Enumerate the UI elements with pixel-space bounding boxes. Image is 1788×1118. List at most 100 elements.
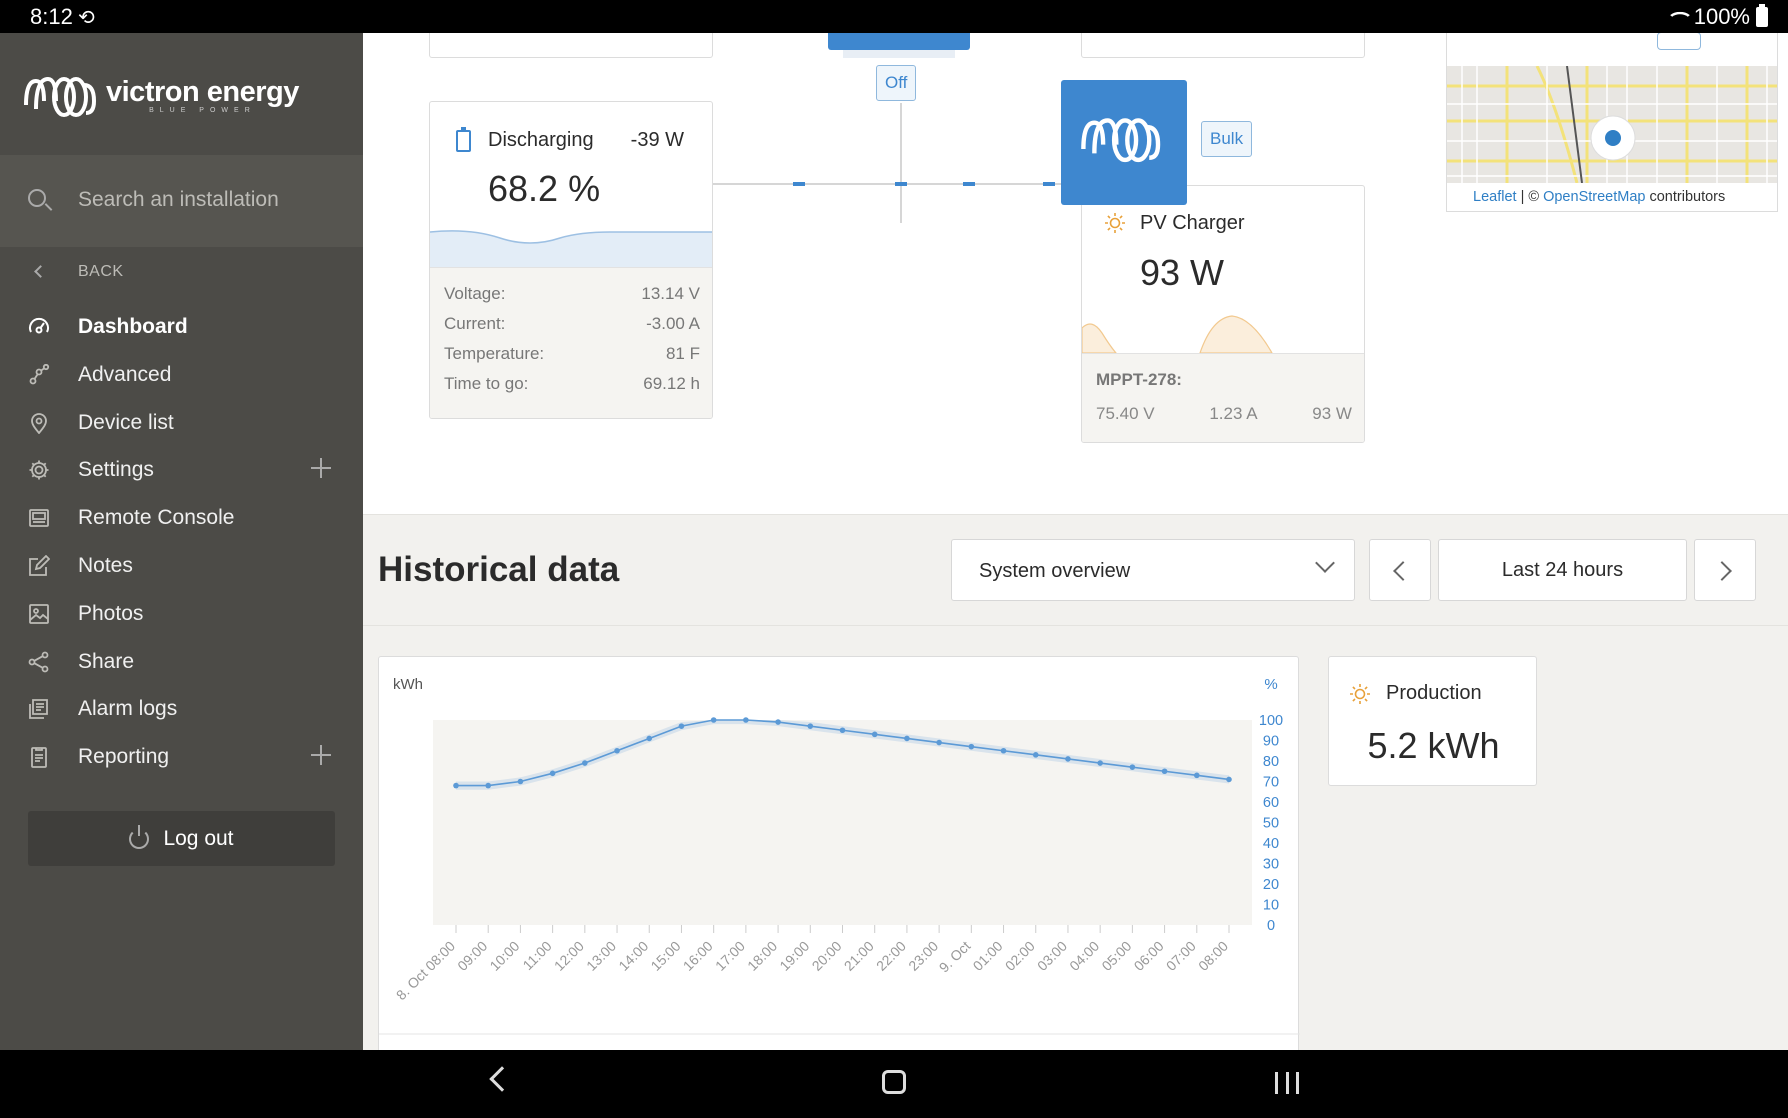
ac-input-card[interactable]: [429, 33, 713, 58]
data-point: [743, 717, 749, 723]
x-tick-label: 8. Oct 08:00: [393, 938, 458, 1003]
data-point: [1065, 756, 1071, 762]
data-point: [1000, 747, 1007, 754]
sidebar-item-label: Remote Console: [78, 506, 235, 530]
pv-charger-card[interactable]: PV Charger 93 W MPPT-278: 75.40 V 1.23 A…: [1081, 185, 1365, 443]
logout-label: Log out: [163, 826, 234, 850]
next-range-button[interactable]: [1694, 539, 1756, 601]
data-point: [549, 770, 556, 777]
victron-logo[interactable]: victron energy BLUE POWER: [22, 71, 299, 119]
sidebar-item-label: Advanced: [78, 362, 172, 386]
search-icon: [28, 189, 46, 207]
status-time: 8:12: [30, 4, 73, 29]
sidebar-item-remote-console[interactable]: Remote Console: [0, 494, 363, 542]
chevron-right-icon: [1712, 561, 1732, 581]
osm-link[interactable]: OpenStreetMap: [1543, 189, 1645, 205]
mppt-device-name: MPPT-278:: [1096, 370, 1182, 389]
x-tick-label: 01:00: [970, 938, 1006, 974]
gear-icon: [28, 459, 50, 481]
gauge-icon: [28, 316, 50, 338]
nav-back-icon[interactable]: [489, 1066, 515, 1092]
expand-plus-icon[interactable]: [311, 458, 331, 479]
x-tick-label: 16:00: [680, 938, 716, 974]
flow-dot: [793, 182, 805, 186]
production-card[interactable]: Production 5.2 kWh: [1328, 656, 1537, 786]
sidebar-item-label: Dashboard: [78, 315, 188, 338]
flow-dot: [895, 182, 907, 186]
data-point: [839, 727, 846, 734]
sidebar-item-label: Notes: [78, 553, 133, 577]
multi-inverter-stub[interactable]: [828, 33, 970, 50]
data-point: [485, 782, 492, 789]
sidebar-item-label: Photos: [78, 601, 144, 625]
expand-plus-icon[interactable]: [311, 745, 331, 766]
mppt-charger-node[interactable]: [1061, 80, 1187, 205]
detail-row: Temperature: 81 F: [444, 344, 700, 363]
leaflet-link[interactable]: Leaflet: [1473, 189, 1517, 205]
mppt-power: 93 W: [1312, 404, 1352, 423]
x-tick-label: 17:00: [712, 938, 748, 974]
edit-icon: [28, 554, 51, 577]
location-pin-icon: [28, 412, 50, 434]
flow-dot: [963, 182, 975, 186]
android-nav-bar: [0, 1050, 1788, 1118]
x-tick-label: 12:00: [551, 938, 587, 974]
back-link[interactable]: BACK: [0, 247, 363, 297]
battery-card[interactable]: Discharging -39 W 68.2 % Voltage: 13.14 V…: [429, 101, 713, 419]
victron-logo-icon: [1081, 118, 1161, 163]
data-point: [968, 743, 975, 750]
x-tick-label: 07:00: [1163, 938, 1199, 974]
sun-icon: [1350, 684, 1370, 704]
production-title: Production: [1386, 682, 1482, 704]
sidebar-item-label: Settings: [78, 458, 154, 482]
sidebar-item-advanced[interactable]: Advanced: [0, 351, 363, 399]
x-tick-label: 21:00: [841, 938, 877, 974]
sidebar-item-settings[interactable]: Settings: [0, 446, 363, 494]
y-tick-label: 20: [1263, 877, 1279, 893]
search-input[interactable]: [78, 185, 348, 215]
detail-row: Voltage: 13.14 V: [444, 284, 700, 303]
location-map[interactable]: Leaflet | © OpenStreetMap contributors: [1446, 33, 1778, 212]
sidebar-item-dashboard[interactable]: Dashboard: [0, 303, 363, 351]
prev-range-button[interactable]: [1369, 539, 1431, 601]
historical-chart-card: kWh% 100 90 80 70 60 50 40 30 20 10 0 8. Oct 08:00 09…: [378, 656, 1300, 1050]
sidebar-item-label: Reporting: [78, 745, 170, 769]
data-point: [1032, 752, 1039, 758]
x-tick-label: 14:00: [615, 938, 651, 974]
map-control-button[interactable]: [1657, 33, 1701, 50]
y-axis-right-label: %: [1264, 676, 1277, 693]
y-tick-label: 70: [1263, 775, 1279, 791]
data-point: [1226, 776, 1232, 783]
data-point: [904, 735, 910, 742]
sidebar-item-alarm-logs[interactable]: Alarm logs: [0, 685, 363, 733]
y-tick-label: 60: [1263, 795, 1279, 811]
sidebar-item-reporting[interactable]: Reporting: [0, 733, 363, 781]
historical-title: Historical data: [378, 550, 620, 589]
data-point: [1161, 768, 1168, 775]
x-tick-label: 06:00: [1131, 938, 1167, 974]
sidebar-item-device-list[interactable]: Device list: [0, 399, 363, 447]
range-select[interactable]: Last 24 hours: [1438, 539, 1687, 601]
x-tick-label: 9. Oct: [936, 938, 974, 976]
nav-recent-apps-icon[interactable]: [1275, 1072, 1299, 1094]
mppt-voltage: 75.40 V: [1096, 404, 1155, 423]
console-icon: [28, 507, 50, 529]
sidebar-item-photos[interactable]: Photos: [0, 590, 363, 638]
view-select[interactable]: System overview: [951, 539, 1355, 601]
sidebar-item-label: Alarm logs: [78, 697, 178, 721]
sidebar-item-share[interactable]: Share: [0, 638, 363, 686]
logout-button[interactable]: Log out: [28, 811, 335, 866]
sidebar-item-notes[interactable]: Notes: [0, 542, 363, 590]
share-icon: [28, 651, 50, 673]
y-tick-label: 10: [1263, 898, 1279, 914]
nav-home-icon[interactable]: [882, 1070, 906, 1094]
range-value: Last 24 hours: [1501, 558, 1624, 581]
plot-area: [433, 720, 1252, 925]
x-tick-label: 03:00: [1034, 938, 1070, 974]
map-tiles[interactable]: [1447, 66, 1778, 183]
x-tick-label: 23:00: [905, 938, 941, 974]
historical-chart[interactable]: kWh %10090807060504030201008. Oct 08:0009…: [379, 657, 1300, 1050]
data-point: [678, 723, 685, 729]
sidebar-item-label: Share: [78, 649, 135, 673]
ac-loads-card[interactable]: [1081, 33, 1365, 58]
